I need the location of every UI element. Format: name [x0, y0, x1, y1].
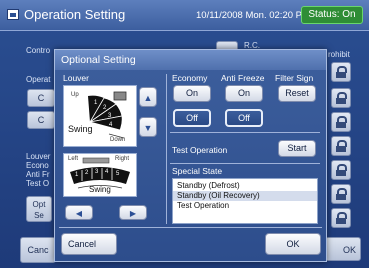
bg-prohibit-label: rohibit: [328, 50, 350, 59]
bg-control-label: Contro: [26, 46, 51, 55]
ok-button[interactable]: OK: [265, 233, 321, 255]
filter-sign-reset-button[interactable]: Reset: [278, 85, 316, 102]
prohibit-lock-icon[interactable]: [331, 62, 351, 82]
special-state-label: Special State: [172, 166, 223, 176]
bg-c-button-1[interactable]: C: [27, 89, 55, 107]
test-operation-label: Test Operation: [172, 145, 228, 155]
bg-option-setting-button[interactable]: Opt Se: [26, 196, 52, 222]
louver-horizontal-panel[interactable]: Left Right 1 2 3 4 5 Swing: [63, 153, 137, 197]
prohibit-lock-icon[interactable]: [331, 136, 351, 156]
screen-icon: [7, 9, 19, 20]
datetime-display: 10/11/2008 Mon. 02:20 PM: [196, 10, 310, 21]
list-item: Standby (Defrost): [177, 181, 240, 190]
cancel-button[interactable]: Cancel: [61, 233, 117, 255]
economy-on-button[interactable]: On: [173, 85, 211, 102]
list-item: Test Operation: [177, 201, 230, 210]
louver-h-pos-2: 2: [85, 170, 89, 176]
bg-ok-button[interactable]: OK: [325, 237, 361, 261]
louver-left-label: Left: [68, 156, 79, 162]
louver-swing-h-label: Swing: [89, 185, 111, 194]
louver-left-button[interactable]: ◀: [65, 205, 93, 220]
louver-swing-label: Swing: [68, 124, 93, 134]
louver-h-pos-5: 5: [116, 171, 120, 177]
bg-antifreeze-label: Anti Fr: [26, 170, 50, 179]
prohibit-lock-icon[interactable]: [331, 88, 351, 108]
louver-down-label: Down: [110, 137, 126, 143]
footer-divider: [59, 227, 322, 228]
louver-pos-3: 3: [108, 113, 112, 119]
louver-pos-4: 4: [109, 122, 113, 128]
anti-freeze-off-button[interactable]: Off: [225, 109, 263, 127]
bg-opt-line2: Se: [34, 211, 44, 220]
test-operation-start-button[interactable]: Start: [278, 140, 316, 157]
anti-freeze-on-button[interactable]: On: [225, 85, 263, 102]
arrow-right-icon: ▶: [129, 209, 137, 218]
arrow-down-icon: ▼: [143, 123, 153, 133]
louver-vertical-panel[interactable]: Up Down Swing 1 2 3 4: [63, 85, 137, 147]
arrow-left-icon: ◀: [75, 209, 83, 218]
list-item: Standby (Oil Recovery): [173, 191, 317, 201]
louver-h-pos-1: 1: [75, 172, 79, 178]
louver-pos-1: 1: [94, 100, 98, 106]
economy-label: Economy: [172, 73, 208, 83]
prohibit-lock-icon[interactable]: [331, 184, 351, 204]
section-divider: [170, 132, 320, 133]
louver-label: Louver: [63, 73, 89, 83]
arrow-up-icon: ▲: [143, 93, 153, 103]
anti-freeze-label: Anti Freeze: [221, 73, 265, 83]
louver-h-pos-4: 4: [105, 169, 109, 175]
prohibit-lock-icon[interactable]: [331, 112, 351, 132]
bg-louver-label: Louver: [26, 152, 51, 161]
optional-setting-dialog: Optional Setting Louver Up Down Swing 1 …: [54, 49, 327, 262]
louver-up-label: Up: [71, 92, 79, 98]
dialog-title: Optional Setting: [55, 50, 326, 70]
bg-operation-label: Operat: [26, 75, 51, 84]
prohibit-lock-icon[interactable]: [331, 160, 351, 180]
louver-up-button[interactable]: ▲: [139, 87, 157, 107]
louver-down-button[interactable]: ▼: [139, 117, 157, 137]
prohibit-lock-icon[interactable]: [331, 208, 351, 228]
bg-opt-line1: Opt: [32, 200, 46, 209]
bg-test-label: Test O: [26, 179, 50, 188]
filter-sign-label: Filter Sign: [275, 73, 314, 83]
louver-right-label: Right: [115, 156, 130, 162]
louver-right-button[interactable]: ▶: [119, 205, 147, 220]
bg-economy-label: Econo: [26, 161, 49, 170]
special-state-list: Standby (Defrost) Standby (Oil Recovery)…: [172, 178, 318, 224]
section-divider: [166, 74, 167, 224]
economy-off-button[interactable]: Off: [173, 109, 211, 127]
louver-h-pos-3: 3: [95, 169, 99, 175]
section-divider: [170, 163, 320, 164]
page-title: Operation Setting: [24, 7, 126, 22]
louver-pos-2: 2: [103, 105, 107, 111]
bg-cancel-button[interactable]: Canc: [20, 237, 56, 263]
status-badge: Status: On: [301, 6, 363, 24]
bg-c-button-2[interactable]: C: [27, 111, 55, 129]
